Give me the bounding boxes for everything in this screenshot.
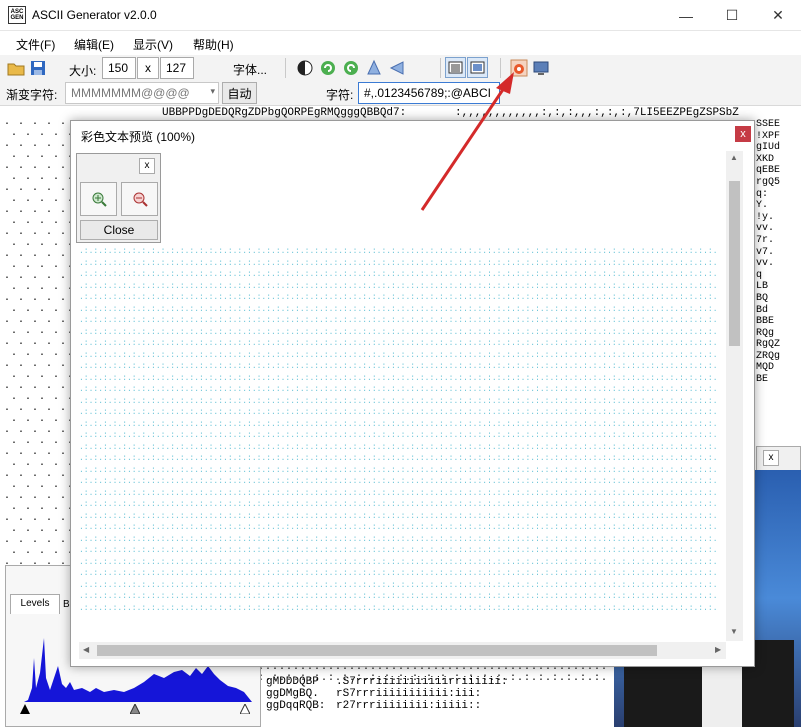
menu-edit[interactable]: 编辑(E) [74, 36, 114, 53]
right-edge-line: !y. [756, 211, 775, 223]
save-icon[interactable] [29, 59, 47, 77]
black-point-slider-icon[interactable] [20, 704, 30, 714]
image-panel-header: x [756, 446, 801, 471]
right-edge-line: gIUd [756, 142, 781, 154]
zoom-panel-close-icon[interactable]: x [139, 158, 155, 174]
dialog-title: 彩色文本预览 (100%) [81, 130, 196, 144]
right-edge-line: rgQ5 [756, 176, 781, 188]
monitor-icon[interactable] [532, 59, 550, 77]
zoom-close-button[interactable]: Close [80, 220, 158, 240]
zoom-panel: x Close [76, 153, 161, 243]
menu-view[interactable]: 显示(V) [133, 36, 173, 53]
right-edge-line: BQ [756, 292, 769, 304]
right-edge-line: vv. [756, 223, 775, 235]
right-edge-line: Bd [756, 304, 769, 316]
right-edge-line: vv. [756, 258, 775, 270]
flip-horizontal-icon[interactable] [388, 59, 406, 77]
zoom-out-icon [133, 192, 148, 207]
right-edge-line: q [756, 269, 763, 281]
preview-dot-background: .:.:.:.:.:.:.:.:.:.:.:.:.:.:.:.:.:.:.:.:… [79, 247, 718, 613]
right-edge-line: BE [756, 374, 769, 386]
lock-ratio-button[interactable]: x [137, 57, 159, 79]
window-title: ASCII Generator v2.0.0 [32, 8, 157, 22]
horizontal-scroll-thumb[interactable] [97, 645, 657, 656]
scroll-down-icon[interactable]: ▼ [730, 627, 738, 636]
height-field[interactable]: 127 [160, 57, 194, 79]
right-edge-line: RQg [756, 327, 775, 339]
right-edge-line: v7. [756, 246, 775, 258]
flip-vertical-icon[interactable] [365, 59, 383, 77]
main-top-line: UBBPPDgDEDQRgZDPbgQORPEgRMQgggQBBQd7: [162, 107, 407, 119]
close-button[interactable]: ✕ [755, 0, 801, 31]
title-bar: ASC GEN ASCII Generator v2.0.0 — ☐ ✕ [0, 0, 801, 31]
app-icon: ASC GEN [8, 6, 26, 24]
width-field[interactable]: 150 [102, 57, 136, 79]
chars-label: 字符: [326, 88, 354, 102]
rotate-right-icon[interactable] [342, 59, 360, 77]
preview-horizontal-scrollbar[interactable]: ◀ ▶ [79, 642, 726, 659]
dialog-close-button[interactable]: x [735, 126, 751, 142]
gradient-value: MMMMMMM@@@@ [71, 86, 190, 100]
zoom-out-button[interactable] [121, 182, 158, 216]
right-edge-line: XKD [756, 153, 775, 165]
rotate-left-icon[interactable] [319, 59, 337, 77]
menu-file[interactable]: 文件(F) [16, 36, 55, 53]
tab-levels[interactable]: Levels [10, 594, 60, 614]
midpoint-slider-icon[interactable] [130, 704, 140, 714]
right-edge-line: 7r. [756, 234, 775, 246]
right-edge-line: q: [756, 188, 769, 200]
main-bottom-right-text: .S7rrriiiiiiiiiiirriiiiii: rS7rrriiiiiii… [336, 676, 508, 712]
zoom-in-button[interactable] [80, 182, 117, 216]
minimize-button[interactable]: — [663, 0, 709, 31]
scroll-left-icon[interactable]: ◀ [83, 645, 89, 654]
main-bottom-text: gMDDDQBP ggDMgBQ. ggDqqRQB: [266, 676, 326, 712]
gradient-dropdown[interactable]: MMMMMMM@@@@ ▾ [65, 82, 219, 104]
image-panel-close-icon[interactable]: x [763, 450, 779, 466]
right-edge-line: ZRQg [756, 350, 781, 362]
vertical-scroll-thumb[interactable] [729, 181, 740, 346]
white-point-slider-icon[interactable] [240, 704, 250, 714]
size-label: 大小: [69, 64, 97, 78]
chevron-down-icon: ▾ [210, 86, 215, 96]
zoom-in-icon [92, 192, 107, 207]
toolbar-separator [285, 58, 286, 78]
maximize-button[interactable]: ☐ [709, 0, 755, 31]
right-edge-line: !XPF [756, 130, 781, 142]
right-edge-line: LB [756, 281, 769, 293]
font-button[interactable]: 字体... [233, 61, 267, 78]
open-folder-icon[interactable] [7, 59, 25, 77]
red-arrow-annotation [420, 72, 514, 211]
right-edge-line: BBE [756, 316, 775, 328]
gradient-label: 渐变字符: [6, 88, 58, 102]
color-ascii-preview[interactable]: .:.:.:.:.:.:.:.:.:.:.:.:.:.:.:.:.:.:.:.:… [79, 151, 744, 641]
menu-help[interactable]: 帮助(H) [193, 36, 234, 53]
preview-vertical-scrollbar[interactable]: ▲ ▼ [726, 151, 743, 641]
right-edge-line: qEBE [756, 165, 781, 177]
right-edge-text: SSEE !XPF gIUd XKD qEBE rgQ5 q: Y. !y. vv. 7r. v7. v… [756, 119, 780, 386]
right-edge-line: MQD [756, 362, 775, 374]
right-edge-line: Y. [756, 200, 769, 212]
menu-bar [0, 31, 801, 55]
right-edge-line: SSEE [756, 119, 781, 130]
invert-icon[interactable] [296, 59, 314, 77]
right-edge-line: RgQZ [756, 339, 781, 351]
scroll-up-icon[interactable]: ▲ [730, 153, 738, 162]
auto-button[interactable]: 自动 [222, 82, 257, 104]
scroll-right-icon[interactable]: ▶ [715, 645, 721, 654]
